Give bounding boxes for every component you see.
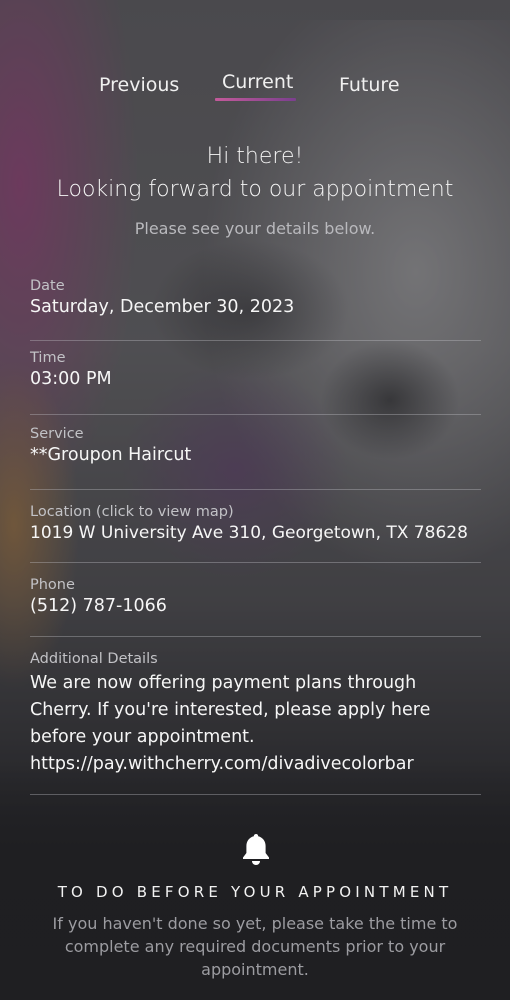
detail-time: Time 03:00 PM <box>30 341 481 415</box>
additional-details-label: Additional Details <box>30 651 158 667</box>
greeting-subtitle: Looking forward to our appointment <box>56 177 454 202</box>
appointment-details: Date Saturday, December 30, 2023 Time 03… <box>30 276 481 795</box>
detail-additional: Additional Details We are now offering p… <box>30 637 481 795</box>
todo-text: If you haven't done so yet, please take … <box>52 914 458 979</box>
appointment-tabs: Previous Current Future <box>0 70 510 106</box>
appointment-page: Previous Current Future Hi there! Lookin… <box>0 0 510 1000</box>
details-intro: Please see your details below. <box>134 219 376 238</box>
todo-heading: TO DO BEFORE YOUR APPOINTMENT <box>57 883 453 901</box>
time-value: 03:00 PM <box>30 369 112 389</box>
detail-date: Date Saturday, December 30, 2023 <box>30 276 481 341</box>
additional-details-text: We are now offering payment plans throug… <box>30 673 431 774</box>
detail-location[interactable]: Location (click to view map) 1019 W Univ… <box>30 490 481 563</box>
date-label: Date <box>30 278 65 294</box>
active-tab-indicator <box>215 98 296 101</box>
time-label: Time <box>30 350 66 366</box>
detail-service: Service **Groupon Haircut <box>30 415 481 490</box>
service-label: Service <box>30 426 84 442</box>
location-label[interactable]: Location (click to view map) <box>30 504 481 520</box>
service-value: **Groupon Haircut <box>30 445 192 465</box>
date-value: Saturday, December 30, 2023 <box>30 297 295 317</box>
bell-icon <box>243 834 269 865</box>
tab-current[interactable]: Current <box>222 71 293 93</box>
detail-phone: Phone (512) 787-1066 <box>30 563 481 637</box>
phone-label: Phone <box>30 577 75 593</box>
phone-value[interactable]: (512) 787-1066 <box>30 596 481 616</box>
tab-previous[interactable]: Previous <box>99 74 179 96</box>
location-address-link[interactable]: 1019 W University Ave 310, Georgetown, T… <box>30 523 481 543</box>
greeting-title: Hi there! <box>206 144 304 169</box>
tab-future[interactable]: Future <box>339 74 400 96</box>
